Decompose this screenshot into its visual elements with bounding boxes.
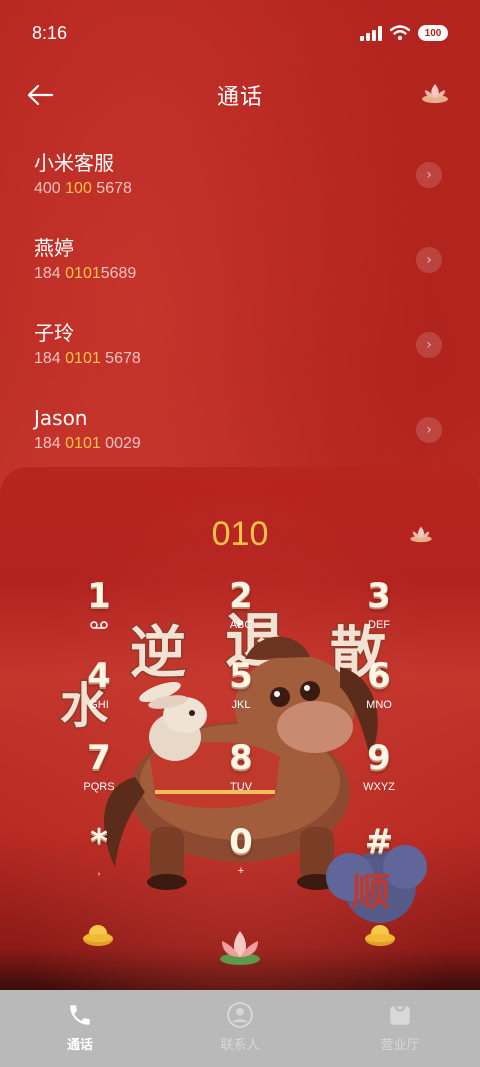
contact-icon xyxy=(227,1002,253,1028)
lotus-icon[interactable] xyxy=(420,82,450,104)
dialer-panel: 010 水 逆 退 散 顺 1 2 ABC 3 DEF 4 GHI 5 JKL … xyxy=(0,467,480,990)
contact-name: 燕婷 xyxy=(34,236,74,260)
key-0[interactable]: 0 + xyxy=(196,823,286,893)
contact-number: 184 0101 0029 xyxy=(34,435,141,452)
contact-number: 184 0101 5678 xyxy=(34,350,141,367)
contact-name: Jason xyxy=(34,406,88,430)
phone-icon xyxy=(70,1005,90,1025)
wifi-icon xyxy=(390,25,410,41)
key-4[interactable]: 4 GHI xyxy=(54,657,144,727)
list-item[interactable]: Jason 184 0101 0029 › xyxy=(0,393,480,478)
list-item[interactable]: 子玲 184 0101 5678 › xyxy=(0,308,480,393)
status-time: 8:16 xyxy=(32,22,68,43)
tab-contacts[interactable]: 联系人 xyxy=(160,990,320,1067)
battery-level: 100 xyxy=(424,27,442,39)
tab-store[interactable]: 营业厅 xyxy=(320,990,480,1067)
key-5[interactable]: 5 JKL xyxy=(196,657,286,727)
key-9[interactable]: 9 WXYZ xyxy=(334,739,424,809)
contact-number: 400 100 5678 xyxy=(34,180,132,197)
store-icon xyxy=(390,1006,410,1025)
battery-icon: 100 xyxy=(418,25,448,41)
key-7[interactable]: 7 PQRS xyxy=(54,739,144,809)
list-item[interactable]: 小米客服 400 100 5678 › xyxy=(0,138,480,223)
tab-label: 通话 xyxy=(66,1038,93,1053)
key-3[interactable]: 3 DEF xyxy=(334,577,424,647)
key-1[interactable]: 1 xyxy=(54,577,144,647)
tab-calls[interactable]: 通话 xyxy=(0,990,160,1067)
header: 通话 xyxy=(0,66,480,124)
tab-label: 联系人 xyxy=(220,1038,260,1053)
call-row xyxy=(0,917,480,977)
chevron-right-icon[interactable]: › xyxy=(416,162,442,188)
key-6[interactable]: 6 MNO xyxy=(334,657,424,727)
list-item[interactable]: 燕婷 184 01015689 › xyxy=(0,223,480,308)
chevron-right-icon[interactable]: › xyxy=(416,332,442,358)
contact-list: 小米客服 400 100 5678 › 燕婷 184 01015689 › 子玲… xyxy=(0,138,480,478)
chevron-right-icon[interactable]: › xyxy=(416,417,442,443)
contact-number: 184 01015689 xyxy=(34,265,137,282)
bottom-nav: 通话 联系人 营业厅 xyxy=(0,990,480,1067)
lotus-call-button[interactable] xyxy=(216,927,264,967)
key-2[interactable]: 2 ABC xyxy=(196,577,286,647)
key-star[interactable]: * , xyxy=(54,823,144,893)
chevron-right-icon[interactable]: › xyxy=(416,247,442,273)
contact-name: 小米客服 xyxy=(34,151,114,175)
signal-icon xyxy=(360,25,382,41)
voicemail-icon xyxy=(90,621,108,629)
gold-ingot-icon[interactable] xyxy=(82,921,114,947)
status-bar: 8:16 100 xyxy=(0,0,480,66)
lotus-icon xyxy=(410,526,432,543)
back-arrow-icon[interactable] xyxy=(24,80,56,110)
tab-label: 营业厅 xyxy=(380,1038,420,1053)
status-icons: 100 xyxy=(360,25,448,41)
gold-ingot-icon[interactable] xyxy=(364,921,396,947)
page-title: 通话 xyxy=(216,85,263,110)
key-hash[interactable]: # xyxy=(334,823,424,893)
key-8[interactable]: 8 TUV xyxy=(196,739,286,809)
contact-name: 子玲 xyxy=(34,321,74,345)
